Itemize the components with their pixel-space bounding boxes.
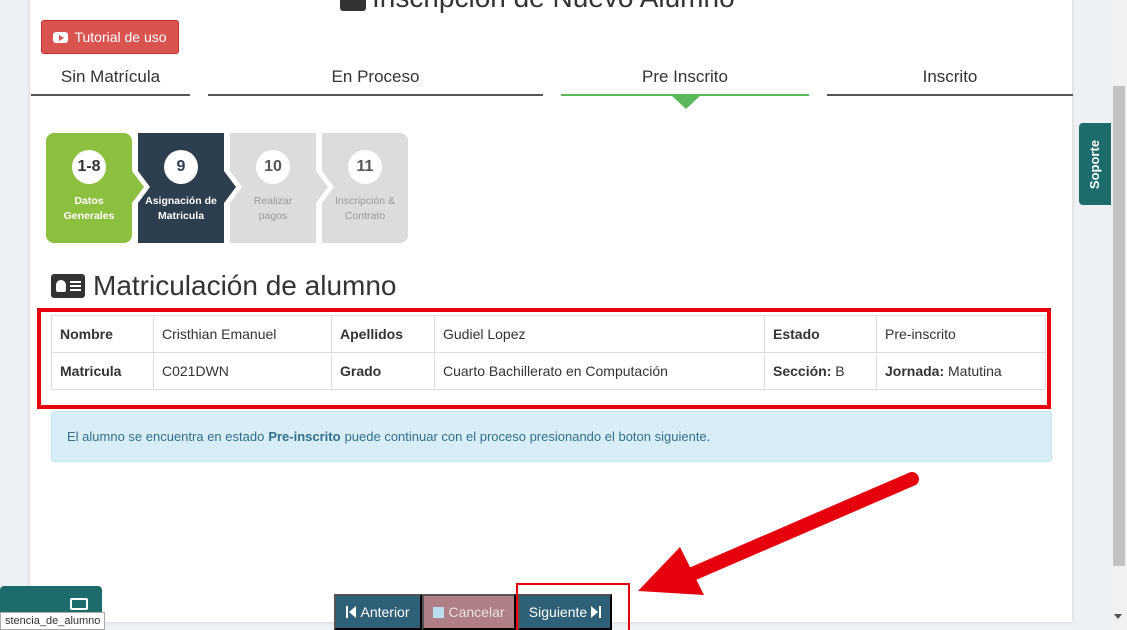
- tab-sin-matricula[interactable]: Sin Matrícula: [31, 60, 190, 96]
- status-alert: El alumno se encuentra en estado Pre-ins…: [51, 411, 1052, 462]
- chat-icon[interactable]: [70, 598, 88, 610]
- step-datos-generales[interactable]: 1-8 Datos Generales: [46, 133, 132, 243]
- tab-pre-inscrito[interactable]: Pre Inscrito: [561, 60, 809, 96]
- section-title: Matriculación de alumno: [51, 270, 397, 302]
- cancelar-button[interactable]: Cancelar: [422, 594, 516, 630]
- active-tab-indicator: [671, 95, 701, 109]
- step-realizar-pagos[interactable]: 10 Realizar pagos: [230, 133, 316, 243]
- info-highlight-box: [37, 308, 1051, 409]
- step-chevron: [224, 171, 236, 203]
- id-card-icon: [51, 274, 85, 298]
- red-arrow-annotation: [638, 472, 919, 595]
- anterior-button[interactable]: Anterior: [334, 594, 422, 630]
- tab-inscrito[interactable]: Inscrito: [827, 60, 1073, 96]
- step-chevron: [132, 171, 144, 203]
- scroll-down-arrow-icon[interactable]: [1114, 614, 1122, 619]
- scrollbar-thumb[interactable]: [1113, 86, 1125, 566]
- skip-back-icon: [346, 606, 357, 618]
- status-bar-url: stencia_de_alumno: [0, 612, 106, 630]
- soporte-tab[interactable]: Soporte: [1079, 123, 1111, 205]
- step-inscripcion-contrato[interactable]: 11 Inscripción & Contrato: [322, 133, 408, 243]
- stop-icon: [433, 606, 445, 618]
- form-icon: [340, 0, 366, 11]
- tutorial-button[interactable]: Tutorial de uso: [41, 20, 179, 54]
- page-title: Inscripción de Nuevo Alumno: [340, 0, 735, 14]
- next-highlight-box: [516, 583, 630, 630]
- youtube-icon: [53, 31, 69, 43]
- tab-en-proceso[interactable]: En Proceso: [208, 60, 543, 96]
- step-asignacion-matricula[interactable]: 9 Asignación de Matricula: [138, 133, 224, 243]
- step-chevron: [316, 171, 328, 203]
